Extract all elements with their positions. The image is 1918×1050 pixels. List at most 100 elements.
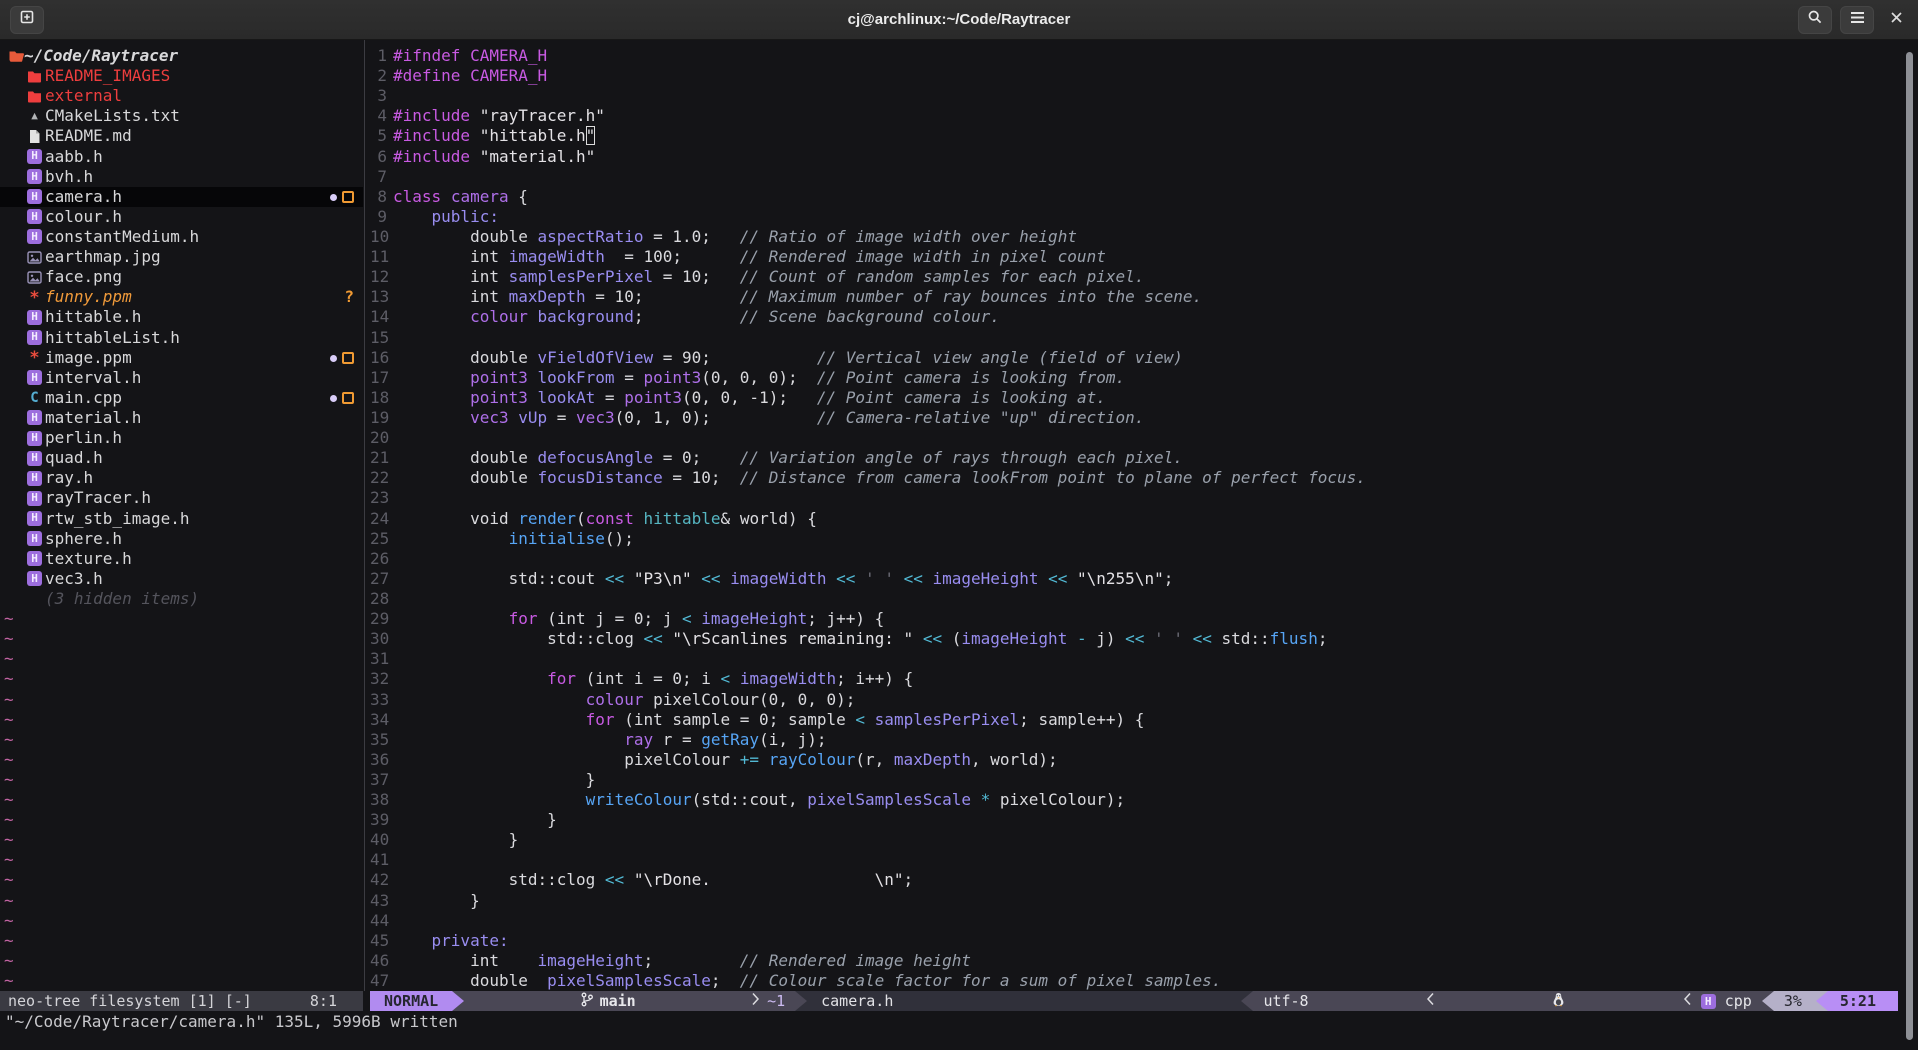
code-line[interactable]: 16 double vFieldOfView = 90; // Vertical… xyxy=(370,348,1918,368)
file-row[interactable]: HconstantMedium.h xyxy=(0,227,363,247)
file-row[interactable]: Hcolour.h xyxy=(0,207,363,227)
code-line[interactable]: 5#include "hittable.h" xyxy=(370,126,1918,146)
code-line[interactable]: 44 xyxy=(370,911,1918,931)
file-row[interactable]: Hbvh.h xyxy=(0,167,363,187)
new-tab-button[interactable] xyxy=(10,6,44,34)
code-line[interactable]: 15 xyxy=(370,328,1918,348)
code-line[interactable]: 35 ray r = getRay(i, j); xyxy=(370,730,1918,750)
file-row[interactable]: HrayTracer.h xyxy=(0,488,363,508)
file-icon xyxy=(26,126,43,146)
code-line[interactable]: 40 } xyxy=(370,830,1918,850)
code-line[interactable]: 20 xyxy=(370,428,1918,448)
code-line[interactable]: 41 xyxy=(370,850,1918,870)
code-line[interactable]: 31 xyxy=(370,649,1918,669)
file-row[interactable]: README.md xyxy=(0,126,363,146)
file-row[interactable]: Haabb.h xyxy=(0,147,363,167)
code-line[interactable]: 6#include "material.h" xyxy=(370,147,1918,167)
file-name: external xyxy=(45,86,122,105)
file-name: sphere.h xyxy=(45,529,122,548)
code-line[interactable]: 1#ifndef CAMERA_H xyxy=(370,46,1918,66)
code-line[interactable]: 9 public: xyxy=(370,207,1918,227)
code-line[interactable]: 23 xyxy=(370,488,1918,508)
code-line[interactable]: 39 } xyxy=(370,810,1918,830)
code-line[interactable]: 17 point3 lookFrom = point3(0, 0, 0); //… xyxy=(370,368,1918,388)
file-row[interactable]: Hmaterial.h xyxy=(0,408,363,428)
file-row[interactable]: Hquad.h xyxy=(0,448,363,468)
file-name: hittableList.h xyxy=(45,328,180,347)
file-row[interactable]: Cmain.cpp xyxy=(0,388,363,408)
code-line[interactable]: 46 int imageHeight; // Rendered image he… xyxy=(370,951,1918,971)
menu-button[interactable] xyxy=(1840,6,1874,34)
code-line[interactable]: 29 for (int j = 0; j < imageHeight; j++)… xyxy=(370,609,1918,629)
file-row[interactable]: face.png xyxy=(0,267,363,287)
code-line[interactable]: 30 std::clog << "\rScanlines remaining: … xyxy=(370,629,1918,649)
file-row[interactable]: external xyxy=(0,86,363,106)
code-line[interactable]: 19 vec3 vUp = vec3(0, 1, 0); // Camera-r… xyxy=(370,408,1918,428)
folder-open-icon xyxy=(8,46,25,66)
file-row[interactable]: *funny.ppm? xyxy=(0,287,363,307)
file-row[interactable]: Hperlin.h xyxy=(0,428,363,448)
modified-dot-icon xyxy=(330,395,337,402)
code-line[interactable]: 25 initialise(); xyxy=(370,529,1918,549)
code-line[interactable]: 32 for (int i = 0; i < imageWidth; i++) … xyxy=(370,669,1918,689)
code-line[interactable]: 37 } xyxy=(370,770,1918,790)
code-line[interactable]: 3 xyxy=(370,86,1918,106)
file-name: (3 hidden items) xyxy=(45,589,199,608)
code-line[interactable]: 2#define CAMERA_H xyxy=(370,66,1918,86)
file-row[interactable]: Hhittable.h xyxy=(0,307,363,327)
neovim-area: ~/Code/RaytracerREADME_IMAGESexternal▲CM… xyxy=(0,40,1918,1050)
code-line[interactable]: 24 void render(const hittable& world) { xyxy=(370,509,1918,529)
file-row[interactable]: Hsphere.h xyxy=(0,529,363,549)
line-number: 3 xyxy=(370,86,387,106)
code-line[interactable]: 7 xyxy=(370,167,1918,187)
code-line[interactable]: 33 colour pixelColour(0, 0, 0); xyxy=(370,690,1918,710)
code-line[interactable]: 21 double defocusAngle = 0; // Variation… xyxy=(370,448,1918,468)
filetype-h-icon: H xyxy=(1701,994,1716,1009)
code-line[interactable]: 12 int samplesPerPixel = 10; // Count of… xyxy=(370,267,1918,287)
search-button[interactable] xyxy=(1798,6,1832,34)
code-line[interactable]: 45 private: xyxy=(370,931,1918,951)
file-row[interactable]: Htexture.h xyxy=(0,549,363,569)
code-editor[interactable]: 1#ifndef CAMERA_H2#define CAMERA_H34#inc… xyxy=(370,40,1918,991)
line-number: 17 xyxy=(370,368,387,388)
file-row[interactable]: Hinterval.h xyxy=(0,368,363,388)
scroll-progress: 3% xyxy=(1774,991,1816,1011)
code-line[interactable]: 38 writeColour(std::cout, pixelSamplesSc… xyxy=(370,790,1918,810)
code-line[interactable]: 28 xyxy=(370,589,1918,609)
h-icon: H xyxy=(26,368,43,388)
code-line[interactable]: 36 pixelColour += rayColour(r, maxDepth,… xyxy=(370,750,1918,770)
terminal-scrollbar[interactable] xyxy=(1906,52,1913,1040)
close-button[interactable] xyxy=(1882,6,1910,34)
code-line[interactable]: 27 std::cout << "P3\n" << imageWidth << … xyxy=(370,569,1918,589)
file-row[interactable]: Hvec3.h xyxy=(0,569,363,589)
line-number: 9 xyxy=(370,207,387,227)
file-row[interactable]: Hcamera.h xyxy=(0,187,363,207)
file-row[interactable]: Hray.h xyxy=(0,468,363,488)
file-name: aabb.h xyxy=(45,147,103,166)
code-line[interactable]: 11 int imageWidth = 100; // Rendered ima… xyxy=(370,247,1918,267)
code-line[interactable]: 8class camera { xyxy=(370,187,1918,207)
file-row[interactable]: *image.ppm xyxy=(0,348,363,368)
code-line[interactable]: 42 std::clog << "\rDone. \n"; xyxy=(370,870,1918,890)
h-icon: H xyxy=(26,147,43,167)
line-number: 1 xyxy=(370,46,387,66)
main-statusline: NORMAL main ~1 camera.h utf-8 xyxy=(370,991,1918,1011)
code-line[interactable]: 13 int maxDepth = 10; // Maximum number … xyxy=(370,287,1918,307)
file-name: README_IMAGES xyxy=(45,66,170,85)
code-line[interactable]: 34 for (int sample = 0; sample < samples… xyxy=(370,710,1918,730)
file-row[interactable]: Hrtw_stb_image.h xyxy=(0,509,363,529)
code-line[interactable]: 26 xyxy=(370,549,1918,569)
file-row[interactable]: earthmap.jpg xyxy=(0,247,363,267)
file-row[interactable]: HhittableList.h xyxy=(0,328,363,348)
code-line[interactable]: 14 colour background; // Scene backgroun… xyxy=(370,307,1918,327)
empty-line-tilde: ~ xyxy=(0,690,363,710)
code-line[interactable]: 4#include "rayTracer.h" xyxy=(370,106,1918,126)
code-line[interactable]: 18 point3 lookAt = point3(0, 0, -1); // … xyxy=(370,388,1918,408)
code-line[interactable]: 43 } xyxy=(370,891,1918,911)
code-line[interactable]: 10 double aspectRatio = 1.0; // Ratio of… xyxy=(370,227,1918,247)
file-row[interactable]: README_IMAGES xyxy=(0,66,363,86)
file-row[interactable]: ~/Code/Raytracer xyxy=(0,46,363,66)
code-line[interactable]: 22 double focusDistance = 10; // Distanc… xyxy=(370,468,1918,488)
file-row[interactable]: ▲CMakeLists.txt xyxy=(0,106,363,126)
neotree-panel[interactable]: ~/Code/RaytracerREADME_IMAGESexternal▲CM… xyxy=(0,40,363,991)
